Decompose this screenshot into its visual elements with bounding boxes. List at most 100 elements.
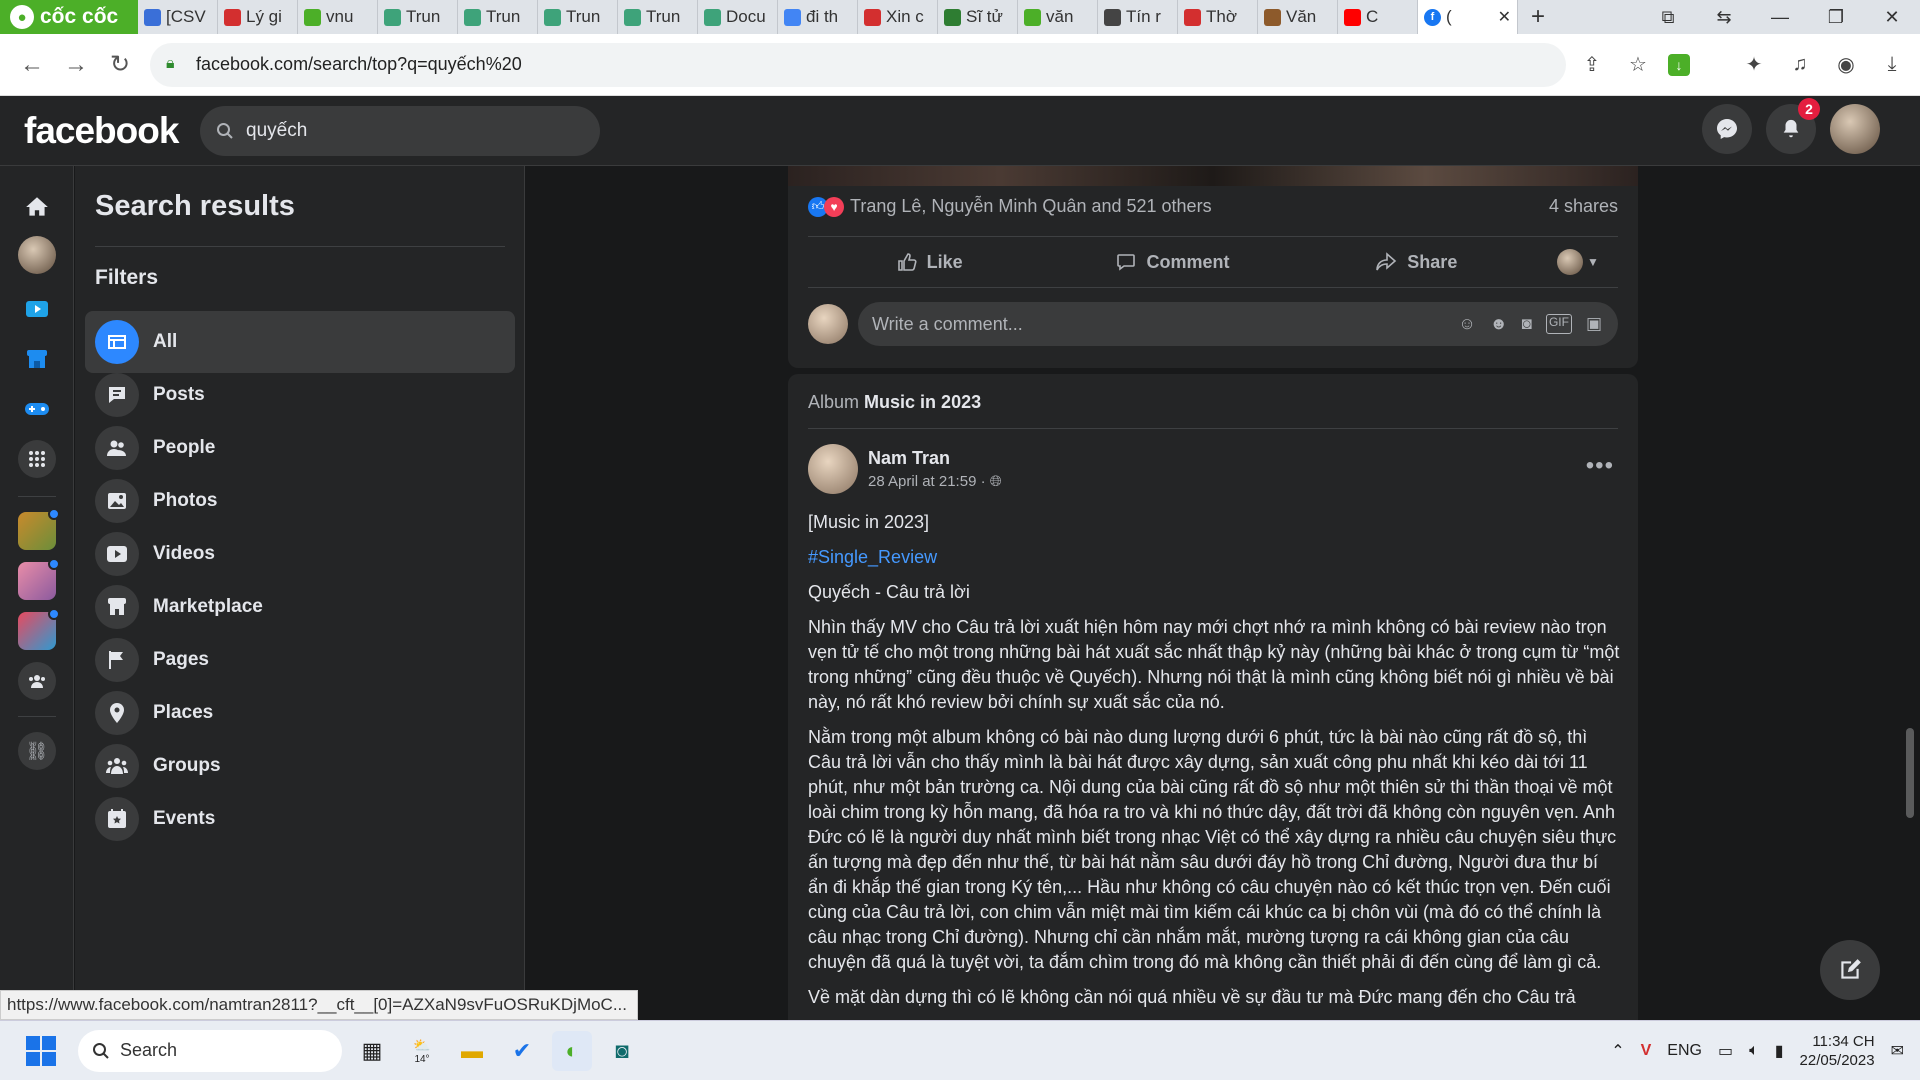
browser-tab[interactable]: Xin c: [858, 0, 938, 34]
browser-tab[interactable]: [CSV: [138, 0, 218, 34]
post-image-bottom[interactable]: [788, 166, 1638, 186]
post-as-selector[interactable]: ▼: [1538, 249, 1618, 275]
close-window-button[interactable]: ✕: [1864, 7, 1920, 28]
browser-tab[interactable]: Trun: [458, 0, 538, 34]
watch-icon[interactable]: [18, 290, 56, 328]
taskbar-search[interactable]: Search: [78, 1029, 342, 1072]
new-message-button[interactable]: [1820, 940, 1880, 1000]
group-shortcut-2[interactable]: [18, 558, 60, 600]
weather-icon[interactable]: ⛅ 14°: [402, 1031, 442, 1071]
windows-start-icon[interactable]: [26, 1035, 56, 1066]
grid-favicon-icon: [944, 8, 961, 26]
profile-shortcut-avatar[interactable]: [18, 236, 56, 274]
group-shortcut-3[interactable]: [18, 608, 60, 650]
restore-button[interactable]: ❐: [1808, 7, 1864, 28]
screenshot-icon[interactable]: ⧉: [1640, 7, 1696, 28]
comment-input[interactable]: Write a comment... ☺ ☻ ◙ GIF ▣: [858, 302, 1618, 346]
battery-icon[interactable]: ▮: [1775, 1041, 1784, 1061]
feed-scrollbar[interactable]: [1906, 728, 1914, 818]
shares-count[interactable]: 4 shares: [1549, 196, 1618, 217]
all-icon: [95, 320, 139, 364]
like-button[interactable]: Like: [808, 252, 1051, 273]
author-avatar[interactable]: [808, 444, 858, 494]
media-icon[interactable]: ♫: [1784, 49, 1816, 81]
tab-label: Trun: [406, 7, 441, 26]
todo-icon[interactable]: ✔: [502, 1031, 542, 1071]
downloads-icon[interactable]: ⤓: [1876, 49, 1908, 81]
share-page-icon[interactable]: ⇪: [1576, 49, 1608, 81]
gaming-icon[interactable]: [18, 390, 56, 428]
hashtag-link[interactable]: #Single_Review: [808, 547, 937, 567]
network-icon[interactable]: ▭: [1718, 1041, 1733, 1061]
comment-placeholder: Write a comment...: [872, 313, 1023, 334]
url-input[interactable]: 🔒︎ facebook.com/search/top?q=quyếch%20: [150, 42, 1566, 87]
avatar-sticker-icon[interactable]: ☺: [1458, 314, 1475, 334]
browser-tab[interactable]: Trun: [618, 0, 698, 34]
marketplace-icon: [95, 585, 139, 629]
camera-icon[interactable]: ◙: [1522, 314, 1532, 334]
app-taskbar-icon[interactable]: ◙: [602, 1031, 642, 1071]
task-view-icon[interactable]: ▦: [352, 1031, 392, 1071]
browser-tab[interactable]: đi th: [778, 0, 858, 34]
notification-center-icon[interactable]: ✉: [1891, 1041, 1904, 1061]
download-green-icon[interactable]: ↓: [1668, 53, 1690, 76]
back-button[interactable]: ←: [10, 43, 54, 87]
browser-tab[interactable]: Tín r: [1098, 0, 1178, 34]
browser-tab[interactable]: văn: [1018, 0, 1098, 34]
coccoc-brand[interactable]: ● cốc cốc: [0, 0, 138, 34]
comment-button[interactable]: Comment: [1051, 252, 1294, 273]
tab-facebook-active[interactable]: f ( ✕: [1418, 0, 1518, 34]
profile-icon[interactable]: ◉: [1830, 49, 1862, 81]
browser-tab[interactable]: Trun: [538, 0, 618, 34]
home-icon[interactable]: [18, 188, 56, 226]
browser-tab[interactable]: Docu: [698, 0, 778, 34]
post-timestamp[interactable]: 28 April at 21:59 ·: [868, 473, 986, 490]
album-name-link[interactable]: Music in 2023: [864, 392, 981, 412]
reload-button[interactable]: ↻: [98, 43, 142, 87]
bookmark-star-icon[interactable]: ☆: [1622, 49, 1654, 81]
clock[interactable]: 11:34 CH 22/05/2023: [1800, 1032, 1875, 1070]
sticker-icon[interactable]: ▣: [1586, 314, 1602, 334]
search-results-title: Search results: [95, 190, 295, 222]
tab-label: Thờ: [1206, 7, 1237, 26]
gif-icon[interactable]: GIF: [1545, 314, 1572, 334]
file-explorer-icon[interactable]: ▬: [452, 1031, 492, 1071]
forward-button[interactable]: →: [54, 43, 98, 87]
browser-tab[interactable]: C: [1338, 0, 1418, 34]
messenger-button[interactable]: [1702, 104, 1752, 154]
account-avatar[interactable]: [1830, 104, 1880, 154]
browser-tab[interactable]: Trun: [378, 0, 458, 34]
language-indicator[interactable]: ENG: [1667, 1042, 1702, 1060]
coccoc-taskbar-icon[interactable]: ◐: [552, 1030, 592, 1071]
menu-grid-icon[interactable]: [18, 440, 56, 478]
volume-icon[interactable]: 🔈︎: [1749, 1042, 1759, 1060]
marketplace-rail-icon[interactable]: [18, 340, 56, 378]
browser-tab[interactable]: Văn: [1258, 0, 1338, 34]
link-icon[interactable]: ⛓: [18, 732, 56, 770]
browser-tab[interactable]: vnu: [298, 0, 378, 34]
close-tab-icon[interactable]: ✕: [1498, 7, 1517, 27]
facebook-search-input[interactable]: quyếch: [200, 106, 600, 156]
facebook-logo[interactable]: facebook: [0, 110, 179, 152]
vivaldi-tray-icon[interactable]: V: [1641, 1042, 1652, 1060]
chevron-up-icon[interactable]: ⌃: [1611, 1041, 1624, 1061]
emoji-icon[interactable]: ☻: [1490, 314, 1508, 334]
groups-rail-icon[interactable]: [18, 662, 56, 700]
browser-tab[interactable]: Sĩ tử: [938, 0, 1018, 34]
share-button[interactable]: Share: [1295, 252, 1538, 273]
minimize-button[interactable]: —: [1752, 7, 1808, 28]
notifications-button[interactable]: 2: [1766, 98, 1820, 154]
groups-icon: [95, 744, 139, 788]
browser-tab[interactable]: Lý gi: [218, 0, 298, 34]
new-tab-button[interactable]: +: [1518, 3, 1558, 31]
filter-events[interactable]: Events: [85, 788, 515, 850]
group-shortcut-1[interactable]: [18, 508, 60, 550]
browser-tab[interactable]: Thờ: [1178, 0, 1258, 34]
more-options-button[interactable]: •••: [1586, 452, 1614, 480]
author-name-link[interactable]: Nam Tran: [868, 448, 1002, 469]
album-line: Album Music in 2023: [808, 392, 981, 413]
extensions-icon[interactable]: ✦: [1738, 49, 1770, 81]
reactions-summary[interactable]: 👍︎ ♥ Trang Lê, Nguyễn Minh Quân and 521 …: [808, 196, 1212, 217]
back-history-icon[interactable]: ⇆: [1696, 7, 1752, 28]
post-action-bar: Like Comment Share ▼: [808, 236, 1618, 288]
